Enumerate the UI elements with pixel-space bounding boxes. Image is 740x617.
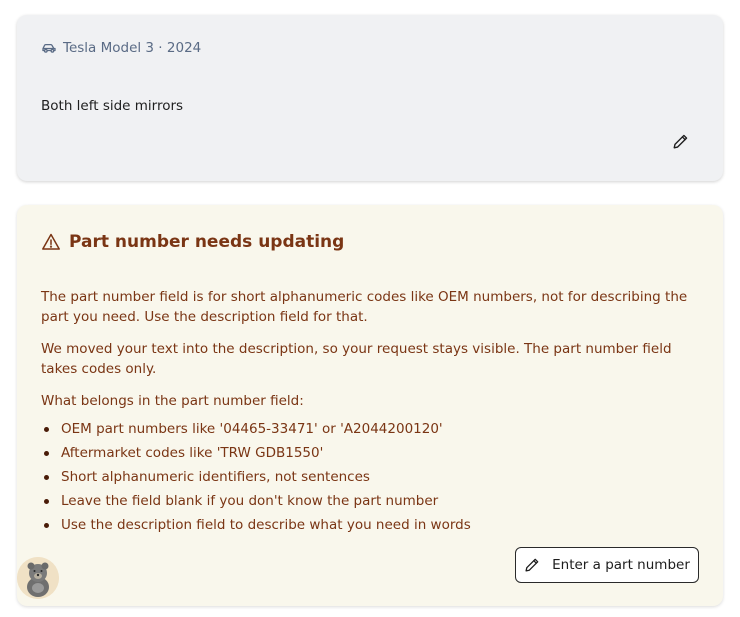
warning-paragraph-1: The part number field is for short alpha… [41,289,688,325]
pencil-icon [525,558,539,572]
warning-triangle-icon [42,233,60,250]
warning-paragraph-2: We moved your text into the description,… [41,341,672,377]
bear-mascot-icon[interactable] [17,557,59,599]
list-item: Leave the field blank if you don't know … [41,489,701,513]
request-card: Tesla Model 3 · 2024 Both left side mirr… [17,15,723,181]
pencil-icon [673,134,687,148]
part-number-warning-card: Part number needs updating The part numb… [17,205,723,606]
list-item: Short alphanumeric identifiers, not sent… [41,465,701,489]
vehicle-label: Tesla Model 3 · 2024 [63,40,202,56]
warning-title: Part number needs updating [69,232,345,252]
request-description: Both left side mirrors [41,98,184,114]
rules-heading: What belongs in the part number field: [41,393,304,409]
list-item: OEM part numbers like '04465-33471' or '… [41,417,701,441]
edit-request-button[interactable] [669,130,691,152]
list-item: Aftermarket codes like 'TRW GDB1550' [41,441,701,465]
vehicle-info: Tesla Model 3 · 2024 [41,40,201,56]
car-icon [42,43,56,53]
enter-part-number-button[interactable]: Enter a part number [515,547,699,583]
enter-part-number-label: Enter a part number [552,557,690,573]
warning-heading: Part number needs updating [41,232,344,252]
list-item: Use the description field to describe wh… [41,513,701,537]
rules-list: OEM part numbers like '04465-33471' or '… [41,417,701,537]
